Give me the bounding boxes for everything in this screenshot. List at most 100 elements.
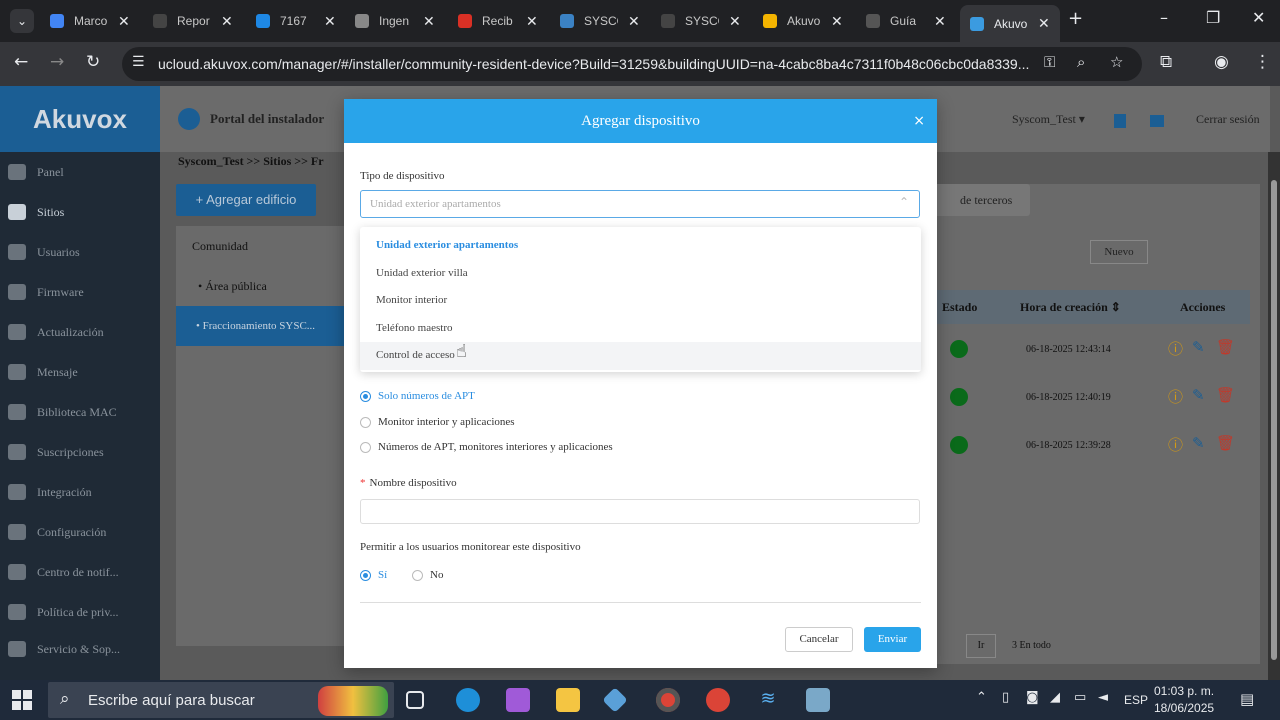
sidebar-item-message[interactable]: Mensaje	[0, 352, 160, 392]
radio-monitor-no[interactable]: No	[412, 569, 443, 581]
edit-icon[interactable]: ✎	[1192, 386, 1205, 404]
browser-tab[interactable]: Akuvo ✕	[763, 7, 843, 35]
radio-button[interactable]	[360, 569, 371, 581]
info-icon[interactable]: ⓘ	[1168, 386, 1183, 407]
browser-tab[interactable]: Guía ✕	[866, 7, 946, 35]
volume-icon[interactable]: ◄	[1098, 690, 1108, 705]
tab-close-icon[interactable]: ✕	[934, 13, 946, 30]
sidebar-item-privacy[interactable]: Política de priv...	[0, 592, 160, 632]
store-icon[interactable]	[602, 687, 628, 713]
page-scrollbar[interactable]	[1268, 152, 1280, 680]
chrome-icon[interactable]	[706, 688, 730, 712]
edit-icon[interactable]: ✎	[1192, 434, 1205, 452]
submit-button[interactable]: Enviar	[864, 627, 921, 652]
sidebar-item-settings[interactable]: Configuración	[0, 512, 160, 552]
sidebar-item-panel[interactable]: Panel	[0, 152, 160, 192]
edit-icon[interactable]: ✎	[1192, 338, 1205, 356]
sidebar-item-support[interactable]: Servicio & Sop...	[0, 632, 160, 666]
profile-icon[interactable]: ◉	[1214, 52, 1229, 72]
tree-item-public-area[interactable]: • Área pública	[176, 266, 356, 306]
tab-list-icon[interactable]: ⌄	[10, 9, 34, 33]
add-building-button[interactable]: + Agregar edificio	[176, 184, 316, 216]
browser-tab[interactable]: SYSCO✕	[661, 7, 741, 35]
info-icon[interactable]: ⓘ	[1168, 338, 1183, 359]
browser-tab[interactable]: Recib ✕	[458, 7, 538, 35]
clock[interactable]: 01:03 p. m. 18/06/2025	[1154, 683, 1214, 717]
option-outdoor-villa[interactable]: Unidad exterior villa	[360, 260, 921, 288]
windows-start-icon[interactable]	[12, 690, 32, 710]
radio-apt-monitor-apps[interactable]: Números de APT, monitores interiores y a…	[360, 441, 613, 453]
tab-close-icon[interactable]: ✕	[118, 13, 130, 30]
address-bar[interactable]: ☰ ucloud.akuvox.com/manager/#/installer/…	[122, 47, 1142, 81]
sidebar-item-mac-library[interactable]: Biblioteca MAC	[0, 392, 160, 432]
tree-item-community[interactable]: Comunidad	[176, 226, 356, 266]
info-icon[interactable]: ⓘ	[1168, 434, 1183, 455]
tab-close-icon[interactable]: ✕	[526, 13, 538, 30]
wifi-app-icon[interactable]: ≋	[756, 688, 780, 712]
radio-button[interactable]	[360, 390, 371, 402]
browser-tab[interactable]: Marco ✕	[50, 7, 130, 35]
site-info-icon[interactable]: ☰	[132, 54, 145, 70]
tab-close-icon[interactable]: ✕	[423, 13, 435, 30]
notifications-icon[interactable]: ▤	[1240, 690, 1254, 708]
window-close-icon[interactable]: ✕	[1252, 8, 1265, 27]
tab-close-icon[interactable]: ✕	[1038, 15, 1050, 32]
file-explorer-icon[interactable]	[556, 688, 580, 712]
menu-kebab-icon[interactable]: ⋮	[1254, 52, 1271, 72]
chrome-icon[interactable]	[656, 688, 680, 712]
network-icon[interactable]: ◢	[1050, 690, 1060, 705]
back-icon[interactable]: ←	[14, 52, 28, 72]
cancel-button[interactable]: Cancelar	[785, 627, 853, 652]
radio-monitor-yes[interactable]: Sí	[360, 569, 387, 581]
restore-icon[interactable]: ❐	[1206, 8, 1220, 27]
new-button[interactable]: Nuevo	[1090, 240, 1148, 264]
browser-tab[interactable]: 7167 ✕	[256, 7, 336, 35]
close-icon[interactable]: ×	[913, 99, 925, 143]
tree-item-building-selected[interactable]: • Fraccionamiento SYSC...	[176, 306, 356, 346]
sidebar-item-users[interactable]: Usuarios	[0, 232, 160, 272]
calculator-icon[interactable]	[1114, 114, 1126, 128]
new-tab-icon[interactable]: +	[1068, 8, 1083, 29]
sidebar-item-firmware[interactable]: Firmware	[0, 272, 160, 312]
radio-monitor-apps[interactable]: Monitor interior y aplicaciones	[360, 416, 515, 428]
option-indoor-monitor[interactable]: Monitor interior	[360, 287, 921, 315]
column-created[interactable]: Hora de creación ⇕	[1020, 300, 1121, 315]
third-party-button[interactable]: de terceros	[930, 184, 1030, 216]
zoom-icon[interactable]: ⌕	[1077, 53, 1085, 71]
camera-icon[interactable]: ◙	[1026, 690, 1039, 705]
url-text[interactable]: ucloud.akuvox.com/manager/#/installer/co…	[158, 56, 1038, 72]
user-menu[interactable]: Syscom_Test ▾	[1012, 112, 1085, 127]
sidebar-item-update[interactable]: Actualización	[0, 312, 160, 352]
tab-close-icon[interactable]: ✕	[831, 13, 843, 30]
bookmark-star-icon[interactable]: ☆	[1110, 53, 1123, 71]
sidebar-item-integration[interactable]: Integración	[0, 472, 160, 512]
delete-icon[interactable]: 🗑	[1216, 338, 1235, 356]
speaker-icon[interactable]	[1150, 115, 1164, 127]
copilot-icon[interactable]	[506, 688, 530, 712]
reload-icon[interactable]: ↻	[86, 52, 100, 72]
radio-button[interactable]	[360, 441, 371, 453]
minimize-icon[interactable]: –	[1160, 8, 1168, 27]
radio-apt-only[interactable]: Solo números de APT	[360, 390, 475, 402]
browser-tab[interactable]: SYSCO✕	[560, 7, 640, 35]
usb-icon[interactable]: ▯	[1002, 690, 1009, 705]
show-hidden-icons-icon[interactable]: ⌃	[976, 690, 987, 705]
breadcrumb[interactable]: Syscom_Test >> Sitios >> Fr	[178, 154, 324, 169]
browser-tab[interactable]: Ingen ✕	[355, 7, 435, 35]
extensions-icon[interactable]: ⧉	[1160, 52, 1172, 72]
language-indicator[interactable]: ESP	[1124, 693, 1148, 707]
notes-icon[interactable]	[806, 688, 830, 712]
sidebar-item-subscriptions[interactable]: Suscripciones	[0, 432, 160, 472]
tab-close-icon[interactable]: ✕	[221, 13, 233, 30]
browser-tab-active[interactable]: Akuvo ✕	[960, 5, 1060, 42]
device-type-select[interactable]: Unidad exterior apartamentos ⌃	[360, 190, 920, 218]
edge-icon[interactable]	[456, 688, 480, 712]
delete-icon[interactable]: 🗑	[1216, 434, 1235, 452]
radio-button[interactable]	[360, 416, 371, 428]
tab-close-icon[interactable]: ✕	[628, 13, 640, 30]
option-master-phone[interactable]: Teléfono maestro	[360, 315, 921, 343]
option-outdoor-apartment[interactable]: Unidad exterior apartamentos	[360, 232, 921, 260]
logout-link[interactable]: Cerrar sesión	[1196, 112, 1260, 127]
task-view-icon[interactable]	[406, 691, 424, 709]
radio-button[interactable]	[412, 569, 423, 581]
